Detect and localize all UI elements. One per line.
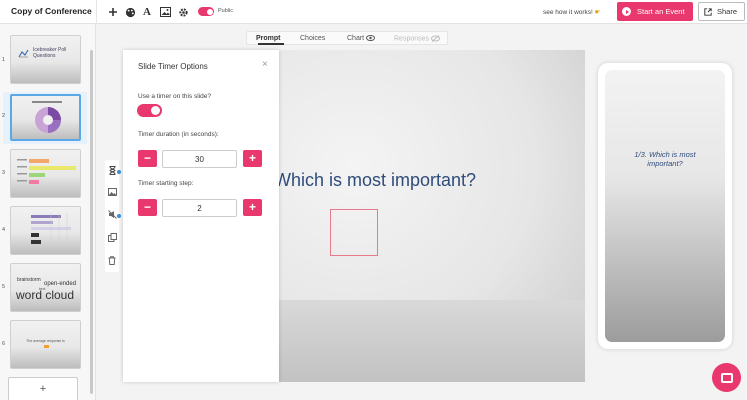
share-icon [704, 7, 712, 16]
tab-responses[interactable]: Responses [394, 35, 440, 42]
share-button[interactable]: Share [698, 2, 745, 21]
image-icon[interactable] [107, 188, 117, 198]
presentation-title[interactable]: Copy of Conference [11, 6, 92, 16]
pointing-hand-icon: ☛ [594, 9, 601, 16]
palette-icon[interactable] [123, 5, 137, 19]
eye-icon [366, 35, 376, 42]
bar-chart-thumbnail [17, 159, 76, 184]
mobile-preview-screen: 1/3. Which is most important? [605, 70, 725, 342]
donut-chart-thumbnail [32, 101, 62, 133]
duplicate-icon[interactable] [107, 233, 117, 243]
slide-thumbnail-2[interactable] [10, 94, 81, 141]
panel-title: Slide Timer Options [138, 62, 208, 71]
timer-question-label: Use a timer on this slide? [138, 93, 211, 100]
timer-active-indicator [117, 170, 121, 174]
active-tab-indicator [258, 43, 284, 45]
starting-step-input[interactable] [162, 199, 237, 217]
word-cloud-word: open-ended [44, 281, 77, 287]
gear-icon[interactable] [176, 5, 190, 19]
slide-timer-options-panel: Slide Timer Options × Use a timer on thi… [123, 50, 279, 382]
mobile-question-text: 1/3. Which is most important? [634, 150, 696, 168]
slide-number: 2 [2, 113, 6, 119]
see-how-it-works-link[interactable]: see how it works! ☛ [543, 8, 601, 16]
add-icon[interactable] [106, 5, 120, 19]
eye-off-icon [430, 35, 440, 42]
slide-thumbnail-value [44, 345, 49, 348]
public-toggle[interactable] [198, 7, 214, 16]
word-cloud-word: brainstorm [17, 277, 41, 283]
top-bar: Copy of Conference A Public see how it w… [0, 0, 747, 24]
slide-thumbnail-4[interactable] [10, 206, 81, 255]
audio-active-indicator [117, 214, 121, 218]
tab-choices[interactable]: Choices [300, 35, 325, 42]
play-icon [622, 7, 631, 16]
poll-chart-icon [18, 49, 29, 58]
close-icon[interactable]: × [262, 59, 268, 70]
timer-toggle[interactable] [137, 104, 162, 117]
slide-thumbnail-5[interactable]: brainstorm open-ended text word cloud [10, 263, 81, 312]
mobile-preview: 1/3. Which is most important? [598, 63, 732, 349]
public-label: Public [218, 8, 233, 14]
ranking-chart-thumbnail [31, 213, 71, 245]
word-cloud-word: word cloud [16, 288, 75, 302]
image-icon[interactable] [158, 5, 172, 19]
starting-step-label: Timer starting step: [138, 180, 194, 187]
slide-number: 5 [2, 284, 6, 290]
start-event-button[interactable]: Start an Event [617, 2, 693, 21]
tab-chart[interactable]: Chart [347, 35, 376, 42]
slide-number: 6 [2, 341, 6, 347]
hourglass-icon[interactable] [107, 166, 117, 176]
sidebar-scrollbar[interactable] [90, 50, 93, 394]
slide-thumbnail-1[interactable]: Icebreaker Poll Questions [10, 35, 81, 84]
slide-number: 4 [2, 227, 6, 233]
step-decrement-button[interactable]: − [138, 199, 157, 216]
slide-prompt-title[interactable]: Which is most important? [274, 170, 476, 191]
slide-thumbnail-text: The average response is [26, 339, 65, 343]
trash-icon[interactable] [107, 256, 117, 266]
slide-thumbnail-text: Icebreaker Poll Questions [33, 47, 67, 59]
duration-decrement-button[interactable]: − [138, 150, 157, 167]
duration-increment-button[interactable]: + [243, 150, 262, 167]
header-divider [96, 0, 97, 24]
chat-icon [720, 372, 733, 383]
no-audio-icon[interactable] [107, 210, 117, 220]
slide-thumbnail-6[interactable]: The average response is [10, 320, 81, 369]
duration-input[interactable] [162, 150, 237, 168]
slide-number: 1 [2, 57, 6, 63]
media-placeholder[interactable] [330, 209, 378, 256]
text-font-icon[interactable]: A [140, 5, 154, 19]
step-increment-button[interactable]: + [243, 199, 262, 216]
chat-support-button[interactable] [712, 363, 741, 392]
tab-prompt[interactable]: Prompt [256, 35, 281, 42]
add-slide-button[interactable]: + [8, 377, 78, 400]
slide-number: 3 [2, 170, 6, 176]
duration-label: Timer duration (in seconds): [138, 131, 219, 138]
slide-thumbnail-3[interactable] [10, 149, 81, 198]
